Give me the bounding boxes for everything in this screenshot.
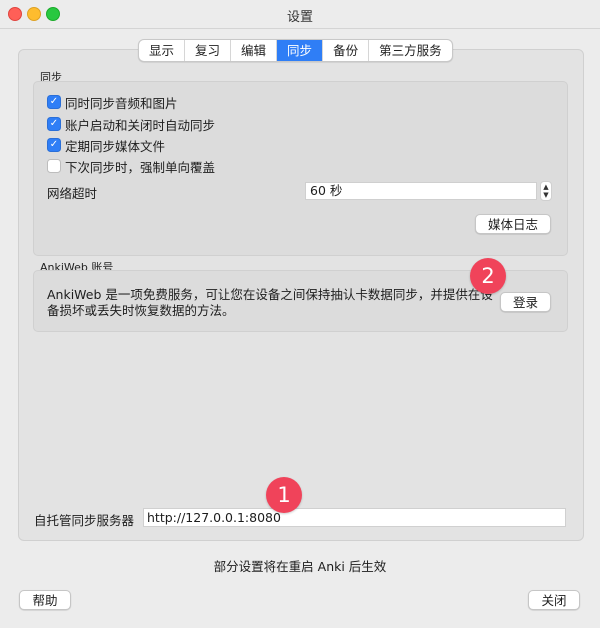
network-timeout-label: 网络超时: [47, 186, 98, 201]
option-label: 同时同步音频和图片: [65, 95, 178, 111]
settings-window: 设置 显示 复习 编辑 同步 备份 第三方服务 同步 ✓ 同时同步音频和图片 ✓…: [0, 0, 600, 628]
window-title: 设置: [286, 10, 313, 25]
tab-sync[interactable]: 同步: [277, 40, 324, 61]
tab-bar: 显示 复习 编辑 同步 备份 第三方服务: [138, 39, 453, 62]
timeout-stepper[interactable]: ▲ ▼: [540, 181, 552, 201]
tab-third-party[interactable]: 第三方服务: [369, 40, 452, 61]
chevron-up-icon[interactable]: ▲: [543, 183, 548, 191]
tab-review[interactable]: 复习: [185, 40, 232, 61]
option-label: 下次同步时，强制单向覆盖: [65, 159, 216, 175]
annotation-badge-2: 2: [470, 258, 506, 294]
option-label: 定期同步媒体文件: [65, 138, 166, 154]
media-log-button[interactable]: 媒体日志: [475, 214, 551, 234]
annotation-badge-1: 1: [266, 477, 302, 513]
force-one-way-option[interactable]: 下次同步时，强制单向覆盖: [47, 157, 215, 175]
tab-display[interactable]: 显示: [139, 40, 186, 61]
periodic-media-sync-option[interactable]: ✓ 定期同步媒体文件: [47, 136, 165, 154]
chevron-down-icon[interactable]: ▼: [543, 191, 548, 199]
tab-backup[interactable]: 备份: [323, 40, 370, 61]
help-button[interactable]: 帮助: [19, 590, 71, 610]
sync-audio-images-option[interactable]: ✓ 同时同步音频和图片: [47, 93, 178, 111]
self-hosted-server-label: 自托管同步服务器: [34, 513, 135, 528]
title-bar: 设置: [0, 0, 600, 29]
ankiweb-description: AnkiWeb 是一项免费服务，可让您在设备之间保持抽认卡数据同步，并提供在设备…: [47, 287, 493, 318]
network-timeout-input[interactable]: 60 秒: [305, 182, 537, 200]
auto-sync-option[interactable]: ✓ 账户启动和关闭时自动同步: [47, 115, 215, 133]
login-button[interactable]: 登录: [500, 292, 551, 312]
checkbox-checked-icon[interactable]: ✓: [47, 95, 61, 109]
checkbox-checked-icon[interactable]: ✓: [47, 117, 61, 131]
restart-notice: 部分设置将在重启 Anki 后生效: [213, 559, 387, 574]
tab-editing[interactable]: 编辑: [231, 40, 278, 61]
checkbox-unchecked-icon[interactable]: [47, 159, 61, 173]
self-hosted-server-url-input[interactable]: http://127.0.0.1:8080: [143, 508, 566, 527]
close-button[interactable]: 关闭: [528, 590, 580, 610]
option-label: 账户启动和关闭时自动同步: [65, 117, 216, 133]
checkbox-checked-icon[interactable]: ✓: [47, 138, 61, 152]
